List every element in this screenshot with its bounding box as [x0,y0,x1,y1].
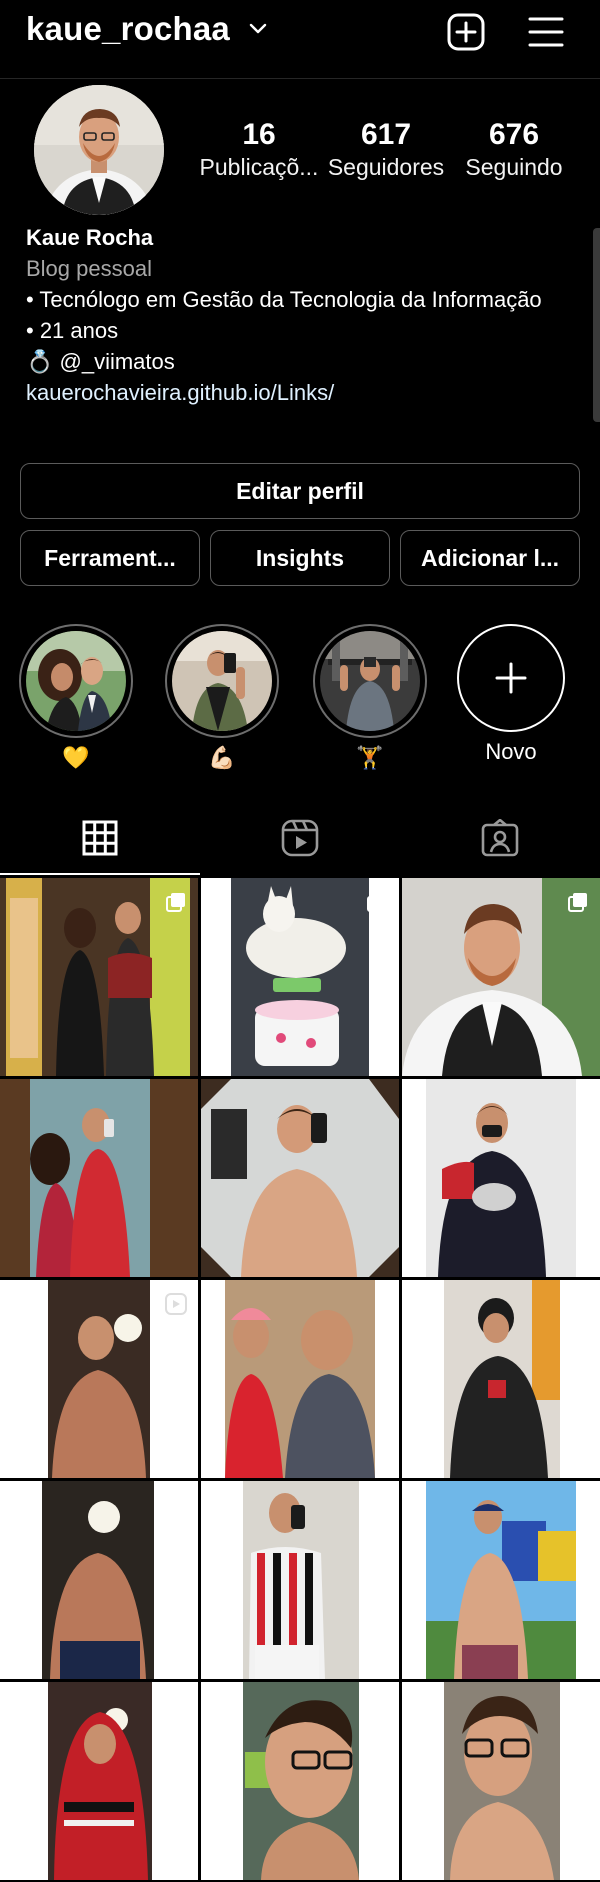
posts-grid [0,878,600,1882]
tools-button[interactable]: Ferrament... [20,530,200,586]
highlight-item[interactable]: 🏋️ [312,624,428,772]
tagged-icon [481,819,519,857]
chevron-down-icon[interactable] [248,22,268,36]
reels-icon [281,819,319,857]
following-value: 676 [488,118,540,151]
edit-profile-button[interactable]: Editar perfil [20,463,580,519]
new-highlight-button[interactable]: Novo [453,624,569,766]
profile-bio: Kaue Rocha Blog pessoal • Tecnólogo em G… [26,222,566,408]
multiple-photos-icon [166,893,185,912]
tab-tagged[interactable] [400,808,600,868]
post-thumbnail[interactable] [402,1481,600,1679]
highlight-cover [172,631,272,731]
reel-badge-icon [165,1293,187,1315]
post-thumbnail[interactable] [201,1481,399,1679]
top-bar: kaue_rochaa [0,0,600,70]
username[interactable]: kaue_rochaa [26,10,230,48]
post-thumbnail[interactable] [201,1079,399,1277]
post-thumbnail[interactable] [201,1682,399,1880]
post-thumbnail[interactable] [0,1079,198,1277]
bio-line[interactable]: 💍 @_viimatos [26,346,566,377]
post-thumbnail[interactable] [201,878,399,1076]
highlight-label: Novo [485,739,537,764]
followers-count[interactable]: 617 Seguidores [326,118,446,182]
grid-icon [82,820,118,856]
post-thumbnail[interactable] [0,1280,198,1478]
scroll-handle[interactable] [593,228,600,422]
highlight-ring [165,624,279,738]
bio-line: • 21 anos [26,318,119,343]
insights-button[interactable]: Insights [210,530,390,586]
profile-avatar[interactable] [34,85,164,215]
highlight-ring [19,624,133,738]
post-thumbnail[interactable] [402,1079,600,1277]
highlight-label: 💛 [62,745,90,770]
highlight-cover [320,631,420,731]
tab-posts-grid[interactable] [0,808,200,868]
posts-count[interactable]: 16 Publicaçõ... [196,118,322,182]
followers-label: Seguidores [327,154,445,180]
tab-reels[interactable] [200,808,400,868]
post-thumbnail[interactable] [0,1481,198,1679]
menu-icon[interactable] [528,15,564,49]
plus-icon [495,662,527,694]
following-count[interactable]: 676 Seguindo [460,118,568,182]
post-thumbnail[interactable] [402,878,600,1076]
highlight-cover [26,631,126,731]
add-link-button[interactable]: Adicionar l... [400,530,580,586]
display-name: Kaue Rocha [26,225,154,250]
bio-line: • Tecnólogo em Gestão da Tecnologia da I… [26,287,542,312]
multiple-photos-icon [568,893,587,912]
post-thumbnail[interactable] [0,1682,198,1880]
posts-value: 16 [242,118,276,151]
highlight-ring [313,624,427,738]
highlight-label: 💪🏻 [208,745,236,770]
header-divider [0,78,600,79]
profile-category: Blog pessoal [26,256,152,281]
new-post-icon[interactable] [447,13,485,51]
profile-link[interactable]: kauerochavieira.github.io/Links/ [26,377,566,408]
followers-value: 617 [360,118,412,151]
post-thumbnail[interactable] [402,1682,600,1880]
multiple-photos-icon [367,893,386,912]
post-thumbnail[interactable] [402,1280,600,1478]
highlight-label: 🏋️ [356,745,384,770]
following-label: Seguindo [465,154,563,180]
posts-label: Publicaçõ... [199,154,319,180]
active-tab-indicator [0,873,200,875]
highlight-item[interactable]: 💪🏻 [164,624,280,772]
post-thumbnail[interactable] [0,878,198,1076]
highlight-item[interactable]: 💛 [18,624,134,772]
new-highlight-ring [457,624,565,732]
post-thumbnail[interactable] [201,1280,399,1478]
